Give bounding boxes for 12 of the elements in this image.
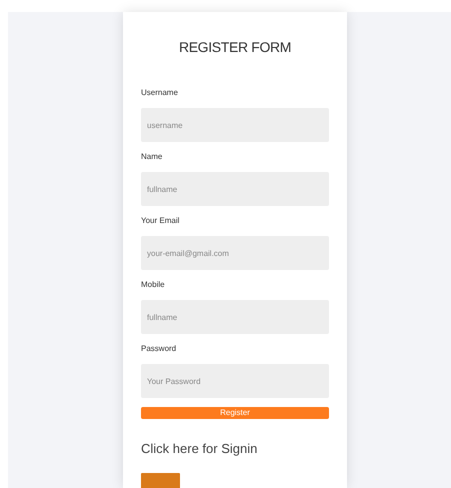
- input-field[interactable]: fullname: [141, 300, 329, 334]
- field-label: Mobile: [141, 279, 166, 291]
- input-field[interactable]: Your Password: [141, 364, 329, 398]
- input-field[interactable]: fullname: [141, 172, 329, 206]
- signin-link[interactable]: Click here for Signin: [141, 441, 329, 457]
- field-label: Name: [141, 151, 164, 163]
- input-field[interactable]: username: [141, 108, 329, 142]
- input-field[interactable]: your-email@gmail.com: [141, 236, 329, 270]
- field-label: Username: [141, 87, 179, 99]
- form-title: REGISTER FORM: [178, 38, 292, 56]
- field-label: Your Email: [141, 215, 180, 227]
- field-label: Password: [141, 343, 178, 355]
